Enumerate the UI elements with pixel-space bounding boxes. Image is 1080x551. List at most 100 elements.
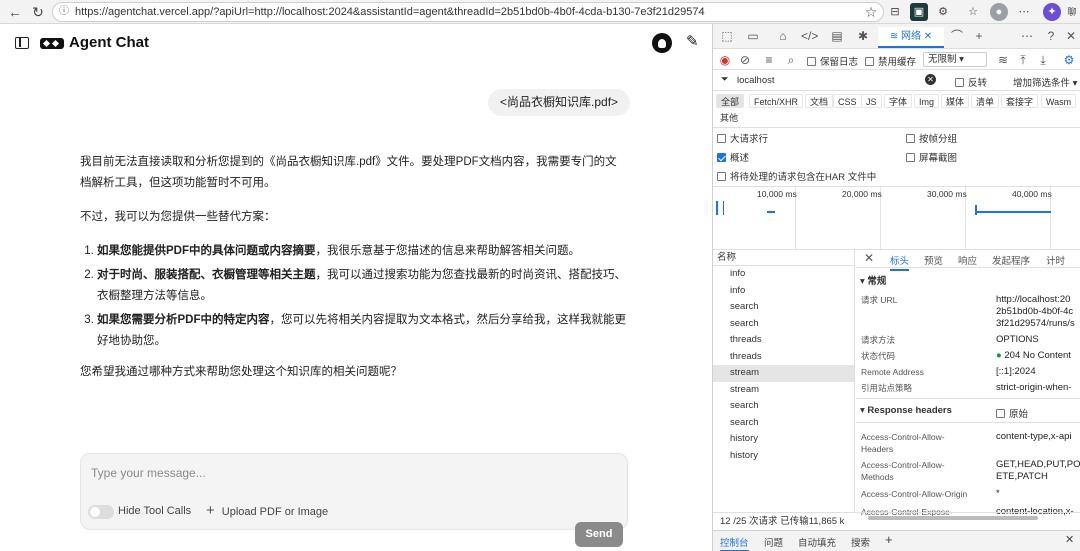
console-icon[interactable]: ▤ [829, 28, 845, 44]
drawer-tab-issues[interactable]: 问题 [764, 535, 783, 549]
invert-checkbox[interactable]: 反转 [955, 75, 987, 89]
elements-icon[interactable]: </> [801, 28, 818, 44]
type-filter-media[interactable]: 媒体 [941, 94, 970, 108]
list-item: 如果您需要分析PDF中的特定内容，您可以先将相关内容提取为文本格式，然后分享给我… [97, 310, 628, 352]
header-value: OPTIONS [996, 334, 1039, 345]
type-filter-fetch[interactable]: Fetch/XHR [749, 94, 804, 108]
raw-checkbox[interactable]: 原始 [996, 406, 1028, 420]
network-conditions-icon[interactable]: ≋ [995, 52, 1011, 68]
request-row[interactable]: search [713, 299, 854, 316]
type-filter-all[interactable]: 全部 [716, 94, 745, 108]
inspect-icon[interactable]: ⬚ [719, 28, 735, 44]
response-headers-section[interactable]: ▾ Response headers [860, 405, 952, 416]
more-filters-dropdown[interactable]: 增加筛选条件 ▾ [1013, 75, 1077, 89]
request-row-selected[interactable]: stream [713, 365, 854, 382]
drawer-tab-search[interactable]: 搜索 [851, 535, 870, 549]
column-header-name[interactable]: 名称 [713, 250, 854, 266]
extension-3-icon[interactable]: ⚙ [934, 3, 952, 21]
request-row[interactable]: info [713, 283, 854, 300]
header-value: 3f21d29574/runs/s [996, 318, 1075, 329]
hide-tool-calls-toggle[interactable] [88, 505, 114, 519]
performance-icon[interactable]: ⌒ [949, 28, 965, 44]
request-row[interactable]: stream [713, 382, 854, 399]
upload-button[interactable]: + Upload PDF or Image [206, 502, 328, 521]
settings-icon[interactable]: ⚙ [1061, 52, 1077, 68]
overview-checkbox[interactable]: 概述 [717, 150, 749, 164]
timeline-bar [975, 205, 977, 215]
request-row[interactable]: search [713, 316, 854, 333]
throttle-select[interactable]: 无限制 ▾ [923, 52, 987, 67]
more-tabs-icon[interactable]: + [971, 28, 987, 44]
github-icon[interactable] [652, 33, 672, 53]
search-icon[interactable]: ⌕ [783, 52, 799, 68]
import-icon[interactable]: ⤒ [1015, 52, 1031, 68]
site-info-icon[interactable]: ⓘ [59, 3, 69, 21]
more-options-icon[interactable]: ⋯ [1019, 28, 1035, 44]
filter-input[interactable]: localhost [737, 75, 933, 86]
help-icon[interactable]: ? [1043, 28, 1059, 44]
type-filter-img[interactable]: Img [914, 94, 940, 108]
reload-icon[interactable]: ↻ [29, 3, 47, 21]
device-icon[interactable]: ▭ [745, 28, 761, 44]
type-filter-manifest[interactable]: 清单 [971, 94, 1000, 108]
type-filter-doc[interactable]: 文档 [805, 94, 834, 108]
type-filter-js[interactable]: JS [861, 94, 882, 108]
chat-icon[interactable]: 聊 [1064, 3, 1080, 21]
tab-timing[interactable]: 计时 [1046, 253, 1065, 267]
sidebar-toggle-icon[interactable] [15, 37, 29, 49]
har-checkbox[interactable]: 将待处理的请求包含在HAR 文件中 [717, 169, 876, 183]
export-icon[interactable]: ⤓ [1035, 52, 1051, 68]
group-by-frame-checkbox[interactable]: 按帧分组 [906, 131, 957, 145]
address-bar[interactable]: ⓘ https://agentchat.vercel.app/?apiUrl=h… [52, 2, 884, 22]
favorites-icon[interactable]: ☆ [964, 3, 982, 21]
favorite-star-icon[interactable]: ☆ [862, 3, 880, 21]
general-section[interactable]: ▾ 常规 [860, 273, 886, 287]
composer: Hide Tool Calls +Upload PDF or Image Sen… [80, 453, 628, 547]
request-row[interactable]: info [713, 266, 854, 283]
filter-icon[interactable]: ≡ [761, 52, 777, 68]
type-filter-font[interactable]: 字体 [884, 94, 913, 108]
request-row[interactable]: history [713, 431, 854, 448]
tab-headers[interactable]: 标头 [890, 253, 910, 271]
close-details-icon[interactable]: ✕ [864, 251, 874, 265]
type-filter-css[interactable]: CSS [833, 94, 862, 108]
message-input[interactable] [91, 464, 611, 482]
large-rows-checkbox[interactable]: 大请求行 [717, 131, 768, 145]
clear-filter-icon[interactable]: ✕ [925, 74, 936, 85]
network-status-bar: 12 /25 次请求 已传输11,865 k [713, 512, 1080, 530]
send-button[interactable]: Send [575, 522, 623, 547]
reply-intro: 我目前无法直接读取和分析您提到的《尚品衣橱知识库.pdf》文件。要处理PDF文档… [80, 156, 617, 189]
tab-initiator[interactable]: 发起程序 [992, 253, 1030, 267]
timeline-bar [716, 201, 724, 215]
screenshots-checkbox[interactable]: 屏幕截图 [906, 150, 957, 164]
drawer-tab-console[interactable]: 控制台 [720, 535, 749, 551]
profile-avatar[interactable]: ● [990, 3, 1008, 21]
request-row[interactable]: threads [713, 349, 854, 366]
tab-network[interactable]: ≋ 网络 ✕ [878, 27, 944, 48]
sources-icon[interactable]: ✱ [855, 28, 871, 44]
preserve-log-checkbox[interactable]: 保留日志 [807, 54, 858, 68]
extension-icon[interactable]: ⊟ [886, 3, 904, 21]
close-drawer-icon[interactable]: ✕ [1065, 533, 1074, 546]
request-row[interactable]: search [713, 415, 854, 432]
drawer-tab-autofill[interactable]: 自动填充 [798, 535, 836, 549]
request-row[interactable]: search [713, 398, 854, 415]
request-row[interactable]: threads [713, 332, 854, 349]
add-drawer-tab-icon[interactable]: + [885, 532, 893, 547]
close-devtools-icon[interactable]: ✕ [1063, 28, 1079, 44]
request-row[interactable]: history [713, 448, 854, 465]
type-filter-socket[interactable]: 套接字 [1001, 94, 1039, 108]
record-icon[interactable]: ◉ [717, 52, 733, 68]
tab-preview[interactable]: 预览 [924, 253, 943, 267]
clear-icon[interactable]: ⊘ [737, 52, 753, 68]
disable-cache-checkbox[interactable]: 禁用缓存 [865, 54, 916, 68]
new-chat-edit-icon[interactable]: ✎ [686, 33, 704, 51]
tab-response[interactable]: 响应 [958, 253, 977, 267]
extension-2-icon[interactable]: ▣ [910, 3, 928, 21]
back-icon[interactable]: ← [6, 3, 24, 21]
type-filter-other[interactable]: 其他 [716, 111, 742, 125]
menu-icon[interactable]: ⋯ [1015, 3, 1033, 21]
welcome-icon[interactable]: ⌂ [775, 28, 791, 44]
copilot-icon[interactable]: ✦ [1043, 3, 1061, 21]
type-filter-wasm[interactable]: Wasm [1041, 94, 1077, 108]
